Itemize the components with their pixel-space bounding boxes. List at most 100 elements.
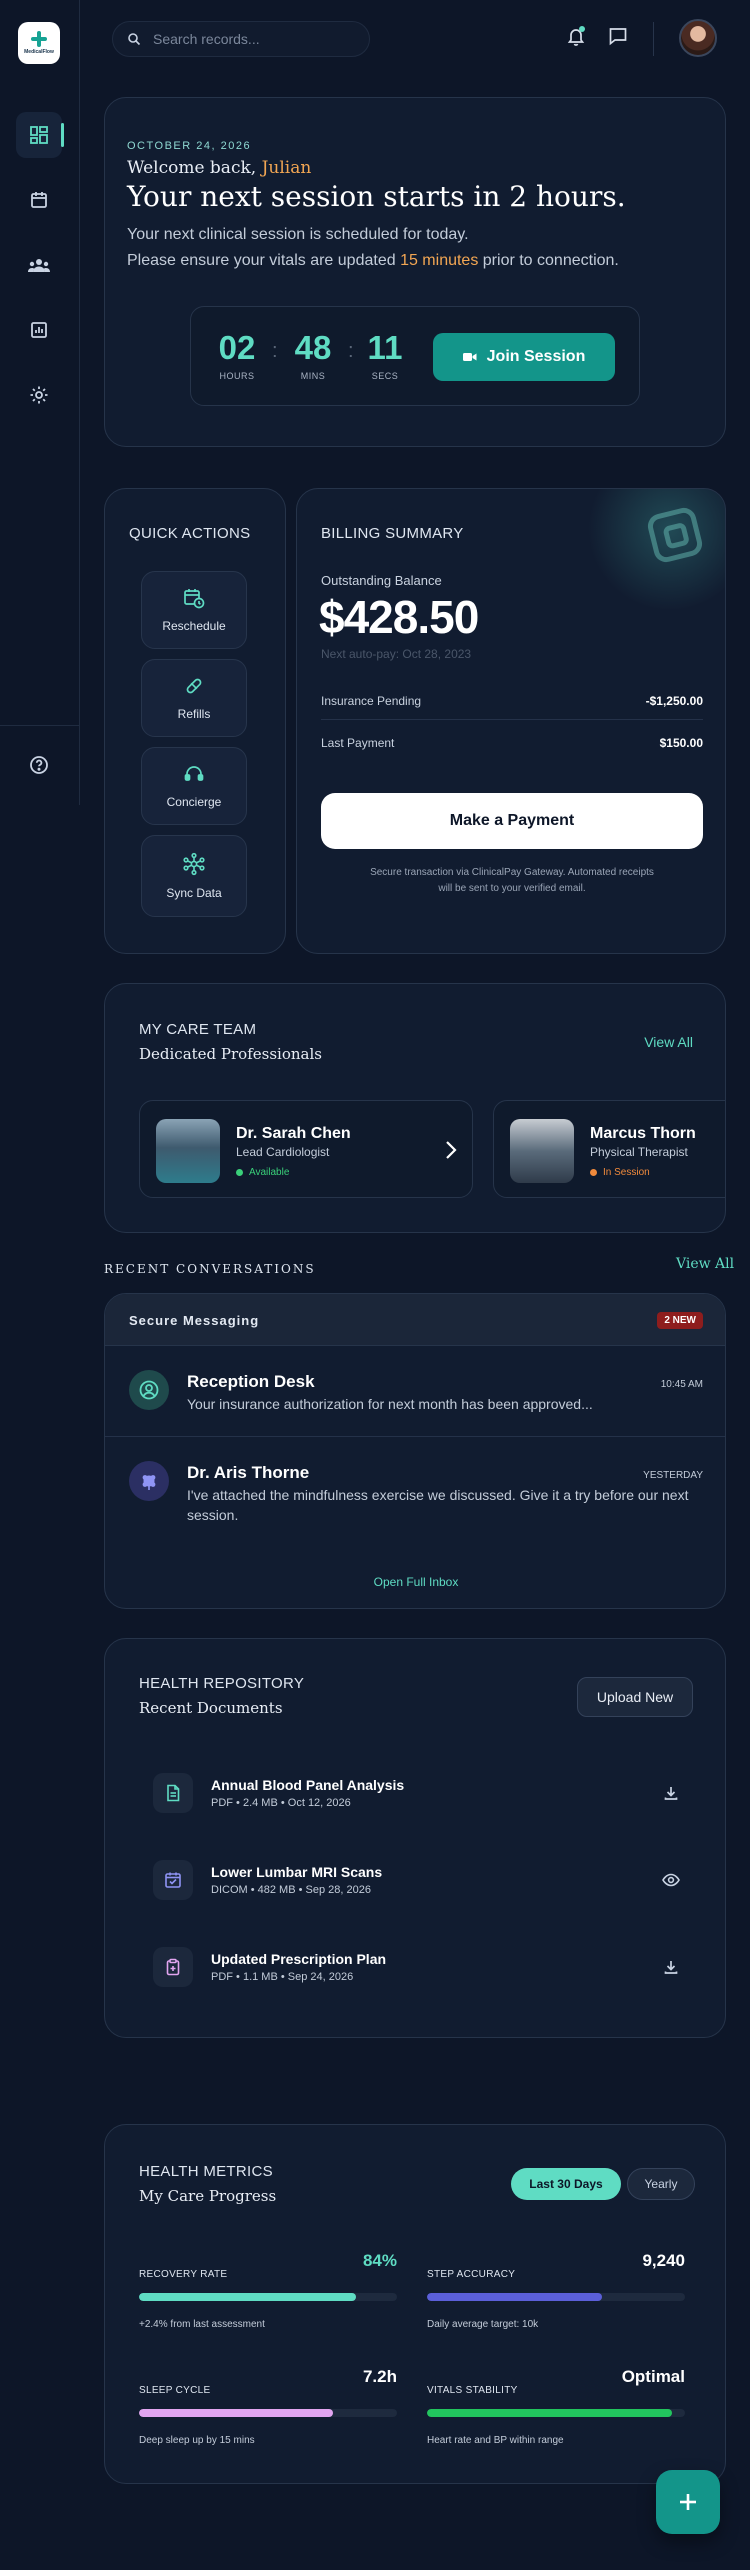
timer-mins-label: MINS (300, 371, 326, 381)
session-hero-card: OCTOBER 24, 2026 Welcome back, Julian Yo… (104, 97, 726, 447)
metric-label: STEP ACCURACY (427, 2269, 516, 2280)
wallet-decoration-icon (647, 507, 703, 563)
repository-subtitle: Recent Documents (139, 1699, 283, 1717)
file-row[interactable]: Annual Blood Panel Analysis PDF • 2.4 MB… (153, 1763, 683, 1823)
user-avatar[interactable] (679, 19, 717, 57)
notifications-button[interactable] (562, 22, 590, 50)
user-name: Julian (261, 158, 312, 178)
upload-new-button[interactable]: Upload New (577, 1677, 693, 1717)
hero-sub-line1: Your next clinical session is scheduled … (127, 226, 469, 243)
timer-hours-value: 02 (218, 329, 256, 366)
file-row[interactable]: Updated Prescription Plan PDF • 1.1 MB •… (153, 1937, 683, 1997)
video-camera-icon (462, 353, 477, 361)
sidebar-item-settings[interactable] (16, 372, 62, 418)
plus-icon (680, 2494, 696, 2510)
timer-mins-value: 48 (294, 329, 332, 366)
download-icon[interactable] (659, 1781, 683, 1805)
metric-label: VITALS STABILITY (427, 2385, 518, 2396)
join-session-button[interactable]: Join Session (433, 333, 615, 381)
sidebar-item-reports[interactable] (16, 307, 62, 353)
metric-value: 9,240 (642, 2251, 685, 2270)
file-name: Annual Blood Panel Analysis (211, 1777, 405, 1793)
metric-track (139, 2293, 397, 2301)
reschedule-button[interactable]: Reschedule (141, 571, 247, 649)
timer-hours-label: HOURS (219, 371, 255, 381)
metric-value: 84% (362, 2251, 397, 2270)
search-input[interactable] (153, 31, 353, 47)
timer-colon: : (272, 340, 278, 362)
care-team-title: MY CARE TEAM (139, 1021, 257, 1038)
metrics-title: HEALTH METRICS (139, 2163, 273, 2180)
welcome-prefix: Welcome back, (127, 158, 257, 178)
billing-title: BILLING SUMMARY (321, 525, 464, 542)
metric-track (427, 2409, 685, 2417)
sidebar-item-calendar[interactable] (16, 177, 62, 223)
metric-fill (427, 2409, 673, 2417)
team-member-card[interactable]: Dr. Sarah Chen Lead Cardiologist Availab… (139, 1100, 473, 1198)
care-team-card: MY CARE TEAM Dedicated Professionals Vie… (104, 983, 726, 1233)
refills-button[interactable]: Refills (141, 659, 247, 737)
document-icon (153, 1773, 193, 1813)
file-name: Lower Lumbar MRI Scans (211, 1864, 383, 1880)
search-box[interactable] (112, 21, 370, 57)
hero-subtitle: Your next clinical session is scheduled … (127, 222, 619, 274)
therapist-photo (510, 1119, 574, 1183)
messages-button[interactable] (604, 22, 632, 50)
member-status: In Session (590, 1167, 650, 1178)
metrics-subtitle: My Care Progress (139, 2187, 277, 2205)
sidebar-item-dashboard[interactable] (16, 112, 64, 158)
notification-dot (579, 26, 585, 32)
bar-chart-icon (31, 322, 47, 338)
concierge-button[interactable]: Concierge (141, 747, 247, 825)
sidebar-item-team[interactable] (16, 242, 62, 288)
network-icon (183, 852, 205, 876)
metric-sleep-cycle: SLEEP CYCLE 7.2h Deep sleep up by 15 min… (139, 2367, 397, 2467)
status-text: In Session (603, 1167, 650, 1178)
file-meta: PDF • 1.1 MB • Sep 24, 2026 (211, 1971, 354, 1983)
metric-step-accuracy: STEP ACCURACY 9,240 Daily average target… (427, 2251, 685, 2351)
chevron-right-icon[interactable] (444, 1139, 458, 1161)
metric-note: Heart rate and BP within range (427, 2435, 564, 2446)
add-fab-button[interactable] (656, 2470, 720, 2534)
gear-icon (30, 386, 48, 404)
sidebar-item-help[interactable] (16, 742, 62, 788)
range-yearly-button[interactable]: Yearly (627, 2168, 695, 2200)
app-logo[interactable]: MedicalFlow (18, 22, 60, 64)
payment-note: Secure transaction via ClinicalPay Gatew… (370, 867, 654, 894)
metric-track (427, 2293, 685, 2301)
eye-icon[interactable] (659, 1868, 683, 1892)
metric-label: RECOVERY RATE (139, 2269, 228, 2280)
timer-secs-label: SECS (371, 371, 399, 381)
help-icon (30, 756, 48, 774)
hero-sub-line2: Please ensure your vitals are updated 15… (127, 248, 619, 274)
new-messages-badge: 2 NEW (657, 1312, 703, 1329)
welcome-text: Welcome back, Julian (127, 158, 311, 178)
conversations-view-all-link[interactable]: View All (676, 1256, 734, 1272)
timer-secs: 11 SECS (355, 329, 415, 382)
member-status: Available (236, 1167, 289, 1178)
message-sender: Dr. Aris Thorne (187, 1463, 310, 1482)
quick-actions-title: QUICK ACTIONS (129, 525, 251, 542)
sync-data-button[interactable]: Sync Data (141, 835, 247, 917)
team-member-card[interactable]: Marcus Thorn Physical Therapist In Sessi… (493, 1100, 725, 1198)
care-team-view-all-link[interactable]: View All (644, 1034, 693, 1050)
make-payment-button[interactable]: Make a Payment (321, 793, 703, 849)
messaging-title: Secure Messaging (129, 1313, 260, 1328)
metric-note: Deep sleep up by 15 mins (139, 2435, 255, 2446)
file-row[interactable]: Lower Lumbar MRI Scans DICOM • 482 MB • … (153, 1850, 683, 1910)
download-icon[interactable] (659, 1955, 683, 1979)
range-last-30-days-button[interactable]: Last 30 Days (511, 2168, 621, 2200)
join-session-label: Join Session (486, 348, 586, 365)
timer-mins: 48 MINS (283, 329, 343, 382)
open-full-inbox-link[interactable]: Open Full Inbox (105, 1575, 725, 1589)
metric-label: SLEEP CYCLE (139, 2385, 211, 2396)
timer-secs-value: 11 (367, 329, 403, 366)
sidebar: MedicalFlow (0, 0, 80, 805)
health-repository-card: HEALTH REPOSITORY Recent Documents Uploa… (104, 1638, 726, 2038)
row-label: Insurance Pending (321, 694, 422, 708)
message-item[interactable]: Reception Desk 10:45 AM Your insurance a… (105, 1346, 725, 1436)
messaging-card: Secure Messaging 2 NEW Reception Desk 10… (104, 1293, 726, 1609)
reschedule-label: Reschedule (162, 619, 226, 633)
message-item[interactable]: Dr. Aris Thorne YESTERDAY I've attached … (105, 1437, 725, 1547)
file-meta: PDF • 2.4 MB • Oct 12, 2026 (211, 1797, 351, 1809)
